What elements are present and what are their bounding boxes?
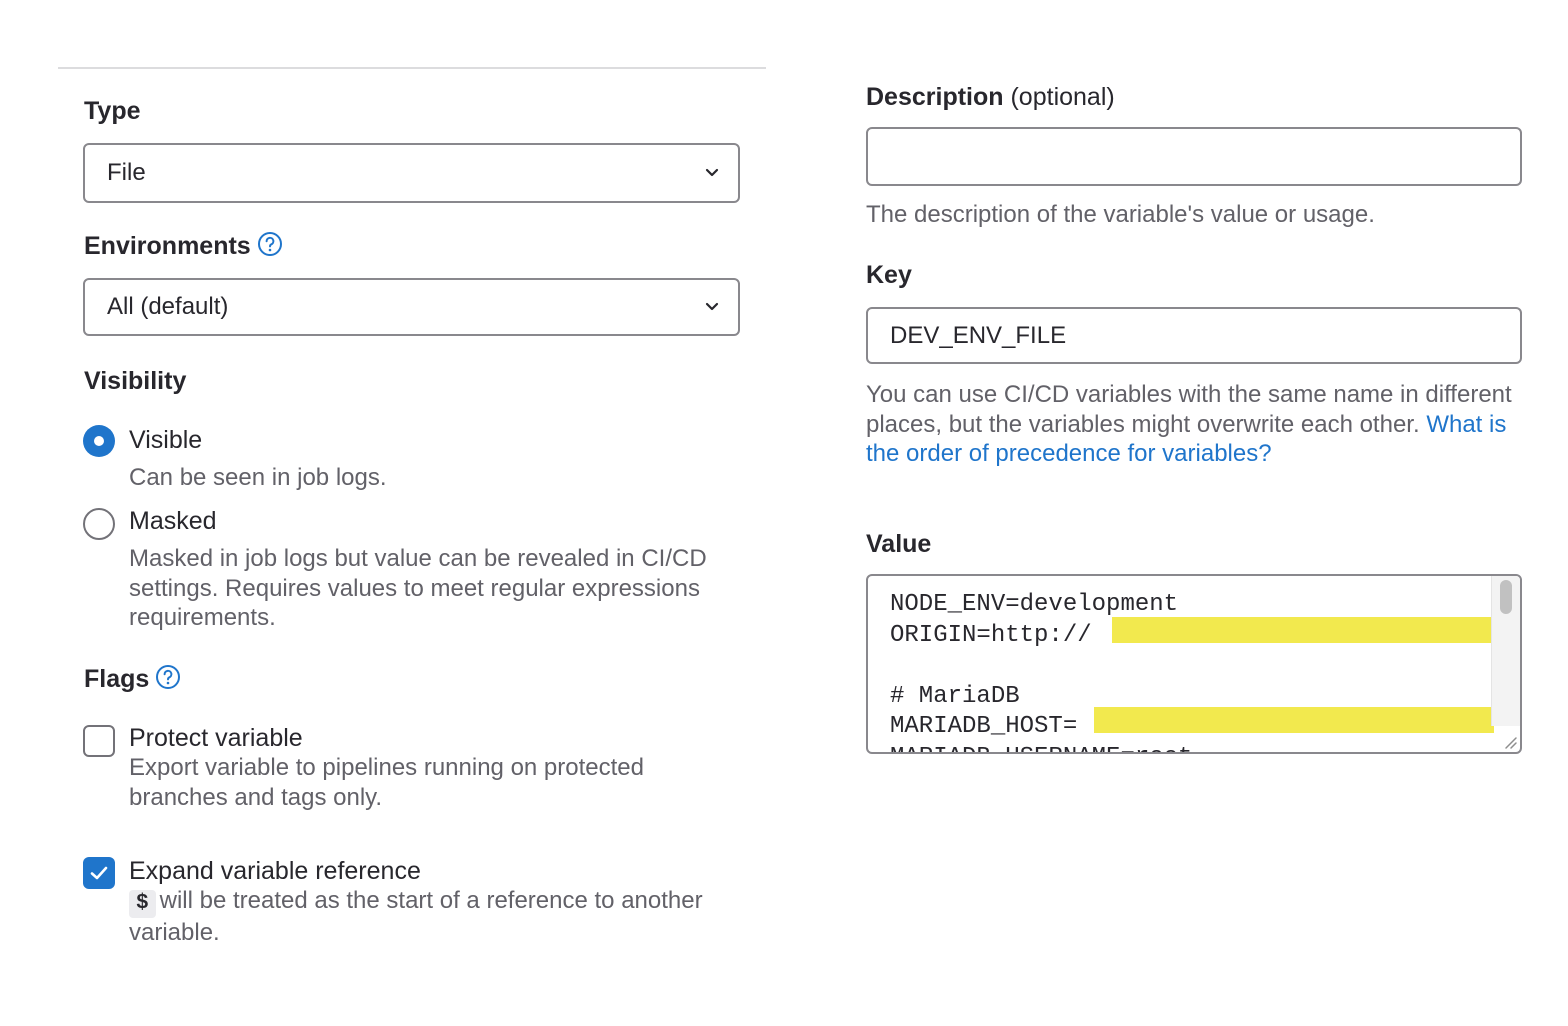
visible-radio[interactable] bbox=[83, 425, 115, 457]
masked-radio[interactable] bbox=[83, 508, 115, 540]
environments-select[interactable]: All (default) bbox=[83, 278, 740, 336]
section-divider bbox=[58, 67, 766, 69]
description-input[interactable] bbox=[866, 127, 1522, 186]
redacted-host bbox=[1094, 707, 1494, 733]
question-circle-icon[interactable] bbox=[155, 664, 181, 690]
key-help: You can use CI/CD variables with the sam… bbox=[866, 381, 1512, 467]
protect-variable-help: Export variable to pipelines running on … bbox=[129, 754, 644, 811]
visible-radio-help: Can be seen in job logs. bbox=[129, 464, 387, 491]
redacted-origin bbox=[1112, 617, 1510, 643]
flags-label: Flags bbox=[84, 664, 181, 694]
value-label: Value bbox=[866, 530, 932, 558]
type-select[interactable]: File bbox=[83, 143, 740, 203]
dollar-code: $ bbox=[129, 890, 156, 918]
environments-select-value: All (default) bbox=[107, 293, 229, 320]
masked-radio-help: Masked in job logs but value can be reve… bbox=[129, 545, 707, 631]
value-scrollbar[interactable] bbox=[1491, 576, 1520, 726]
key-input[interactable]: DEV_ENV_FILE bbox=[866, 307, 1522, 364]
environments-label: Environments bbox=[84, 231, 283, 261]
scrollbar-thumb[interactable] bbox=[1500, 580, 1512, 614]
resize-handle-icon[interactable] bbox=[1502, 734, 1518, 750]
expand-variable-help: $ will be treated as the start of a refer… bbox=[129, 887, 703, 946]
key-input-value: DEV_ENV_FILE bbox=[890, 321, 1067, 349]
check-icon bbox=[90, 866, 108, 880]
type-select-value: File bbox=[107, 159, 146, 186]
expand-variable-label[interactable]: Expand variable reference bbox=[129, 856, 421, 886]
type-label: Type bbox=[84, 97, 141, 125]
value-textarea[interactable]: NODE_ENV=development ORIGIN=http:// # Ma… bbox=[866, 574, 1522, 754]
description-label: Description (optional) bbox=[866, 83, 1115, 111]
chevron-down-icon bbox=[705, 302, 719, 311]
protect-variable-checkbox[interactable] bbox=[83, 725, 115, 757]
protect-variable-label[interactable]: Protect variable bbox=[129, 723, 303, 753]
key-label: Key bbox=[866, 261, 912, 289]
expand-variable-checkbox[interactable] bbox=[83, 857, 115, 889]
masked-radio-label[interactable]: Masked bbox=[129, 506, 217, 536]
visibility-label: Visibility bbox=[84, 367, 187, 395]
question-circle-icon[interactable] bbox=[257, 231, 283, 257]
chevron-down-icon bbox=[705, 168, 719, 177]
description-help: The description of the variable's value … bbox=[866, 201, 1375, 228]
visible-radio-label[interactable]: Visible bbox=[129, 425, 202, 455]
